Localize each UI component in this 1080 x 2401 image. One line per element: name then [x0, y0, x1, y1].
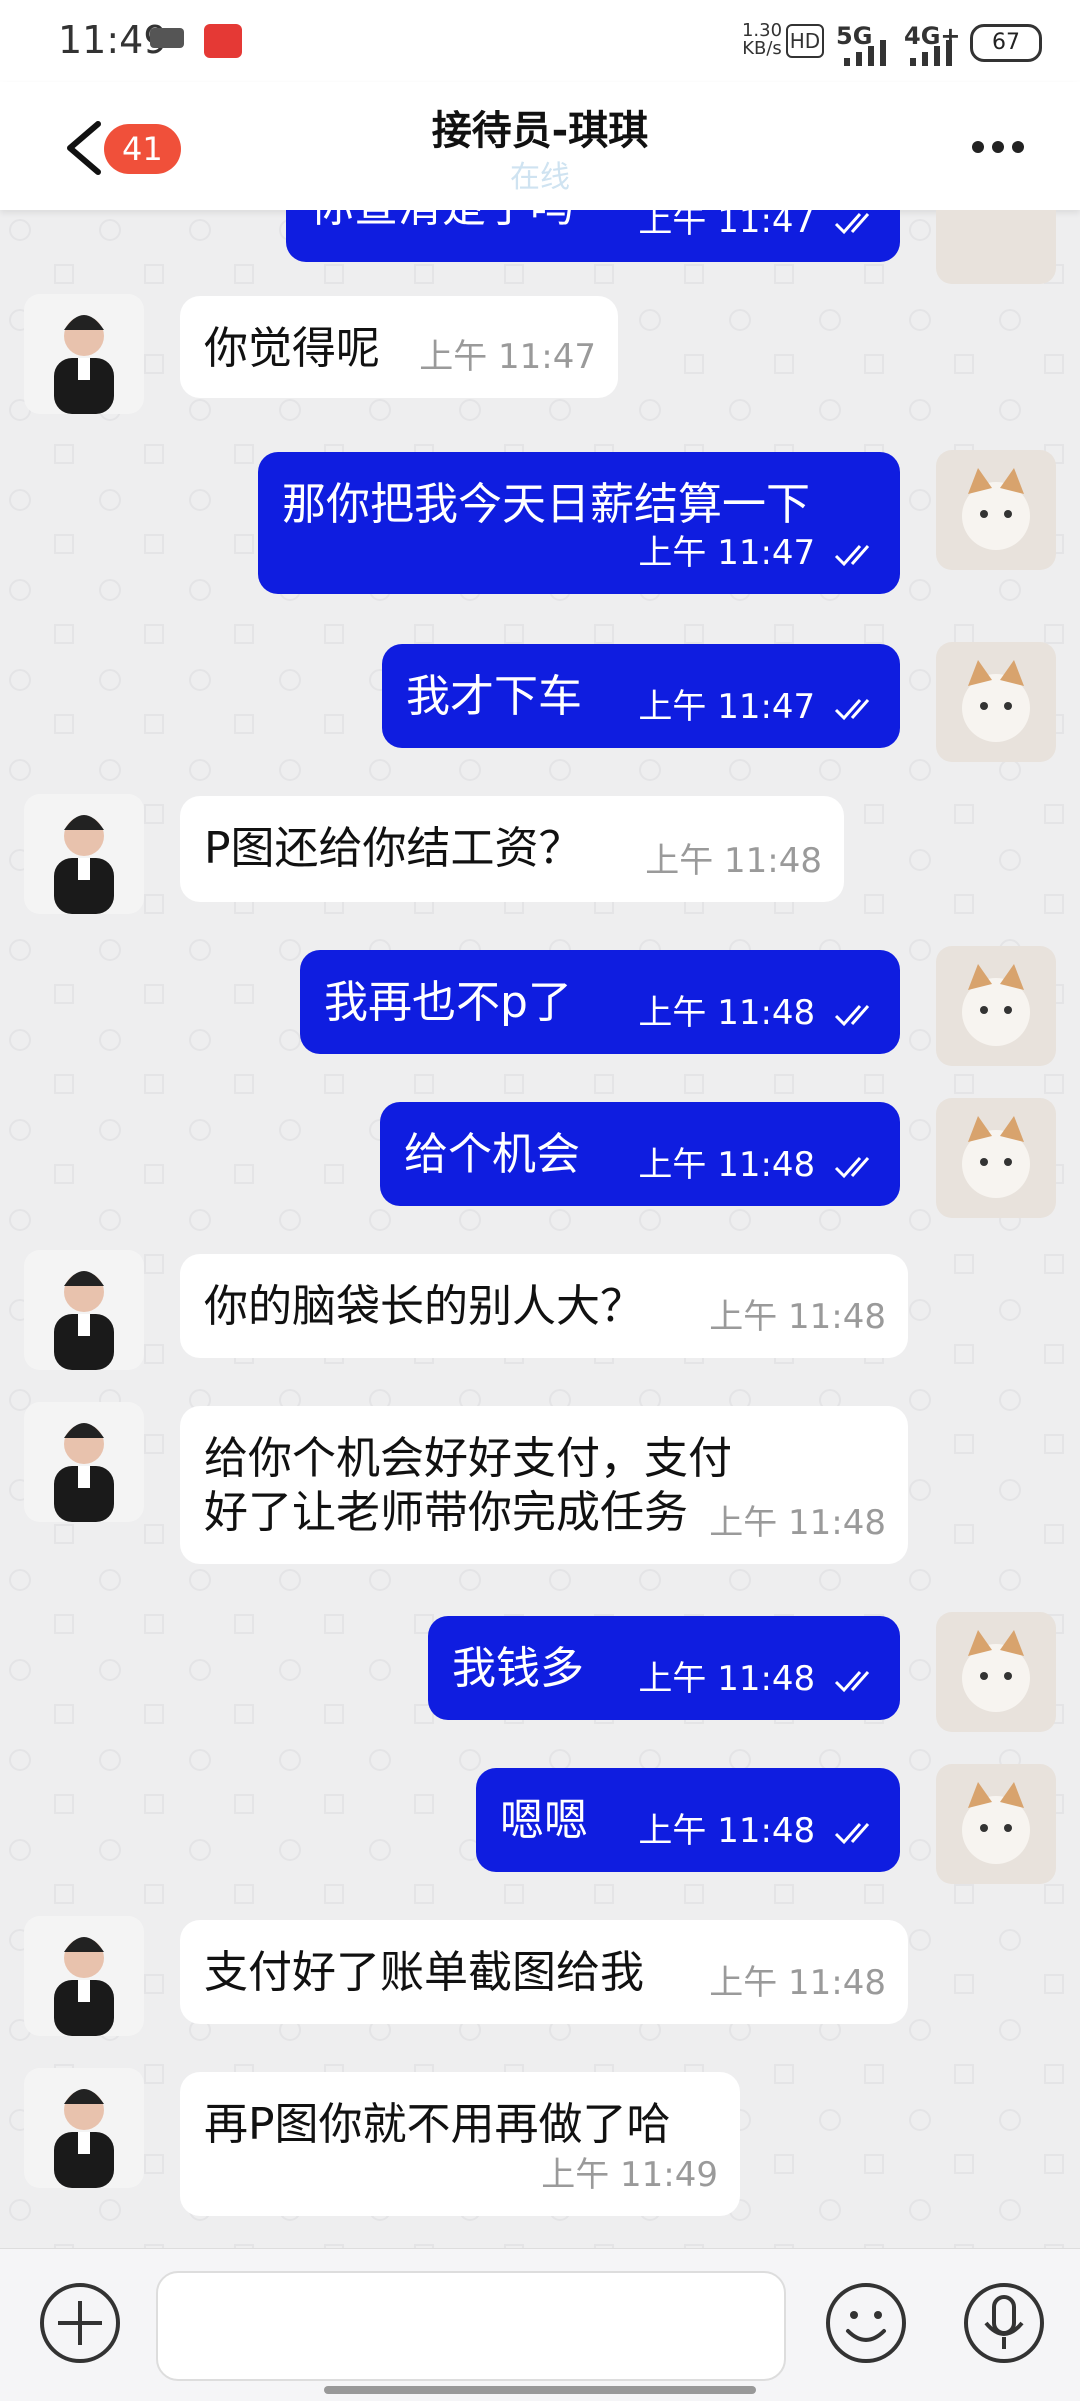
message-text: 那你把我今天日薪结算一下: [282, 479, 810, 530]
message-time-text: 上午 11:48: [638, 1811, 816, 1851]
chat-bubble-incoming: 你的脑袋长的别人大？ 上午 11:48: [180, 1254, 908, 1358]
user-avatar[interactable]: [936, 642, 1056, 762]
message-time: 上午 11:47: [638, 210, 878, 248]
home-indicator[interactable]: [324, 2386, 756, 2394]
message-time: 上午 11:48: [638, 1138, 878, 1192]
message-time: 上午 11:48: [709, 1503, 886, 1543]
user-avatar[interactable]: [936, 1098, 1056, 1218]
message-text: 我再也不p了: [324, 977, 572, 1028]
chat-bubble-incoming: 给你个机会好好支付，支付好了让老师带你完成任务 上午 11:48: [180, 1406, 908, 1564]
message-time: 上午 11:47: [638, 680, 878, 734]
double-check-icon: [834, 544, 870, 566]
message-text: 给你个机会好好支付，支付好了让老师带你完成任务: [204, 1433, 732, 1538]
message-time: 上午 11:48: [638, 1652, 878, 1706]
battery-level: 67: [970, 24, 1042, 62]
message-text: 嗯嗯: [500, 1795, 588, 1846]
message-time-text: 上午 11:48: [638, 993, 816, 1033]
message-time: 上午 11:47: [419, 337, 596, 377]
agent-avatar[interactable]: [24, 1402, 144, 1522]
user-avatar[interactable]: [936, 210, 1056, 284]
agent-avatar[interactable]: [24, 1250, 144, 1370]
message-text: 你查清楚了吗: [310, 210, 574, 232]
agent-avatar[interactable]: [24, 1916, 144, 2036]
double-check-icon: [834, 1822, 870, 1844]
message-time: 上午 11:47: [638, 526, 878, 580]
message-time: 上午 11:48: [709, 1297, 886, 1337]
message-time-text: 上午 11:47: [638, 210, 816, 241]
agent-avatar[interactable]: [24, 794, 144, 914]
message-text: 再P图你就不用再做了哈: [204, 2099, 671, 2150]
double-check-icon: [834, 1670, 870, 1692]
double-check-icon: [834, 698, 870, 720]
message-input[interactable]: [156, 2271, 786, 2381]
message-text: 你觉得呢: [204, 323, 380, 374]
user-avatar[interactable]: [936, 1612, 1056, 1732]
emoji-icon[interactable]: [824, 2281, 908, 2365]
double-check-icon: [834, 1004, 870, 1026]
agent-avatar[interactable]: [24, 294, 144, 414]
app-indicator-icon: [150, 28, 184, 48]
chat-area[interactable]: 你查清楚了吗 上午 11:47 你觉得呢 上午 11:47 那你把我今天日薪结算…: [0, 210, 1080, 2248]
chat-bubble-incoming: 支付好了账单截图给我 上午 11:48: [180, 1920, 908, 2024]
chat-bubble-outgoing: 我再也不p了 上午 11:48: [300, 950, 900, 1054]
chat-bubble-incoming: P图还给你结工资？ 上午 11:48: [180, 796, 844, 902]
user-avatar[interactable]: [936, 1764, 1056, 1884]
message-time: 上午 11:49: [541, 2155, 718, 2195]
user-avatar[interactable]: [936, 946, 1056, 1066]
message-time: 上午 11:48: [638, 1804, 878, 1858]
chat-bubble-incoming: 你觉得呢 上午 11:47: [180, 296, 618, 398]
user-avatar[interactable]: [936, 450, 1056, 570]
message-time-text: 上午 11:48: [638, 1659, 816, 1699]
message-time-text: 上午 11:47: [638, 533, 816, 573]
message-time: 上午 11:48: [638, 986, 878, 1040]
message-text: 我才下车: [406, 671, 582, 722]
agent-avatar[interactable]: [24, 2068, 144, 2188]
chat-bubble-outgoing: 我钱多 上午 11:48: [428, 1616, 900, 1720]
more-dots-icon[interactable]: [972, 138, 1032, 154]
hd-badge: HD: [786, 24, 824, 58]
message-text: 我钱多: [452, 1643, 584, 1694]
message-text: 给个机会: [404, 1129, 580, 1180]
chat-bubble-outgoing: 给个机会 上午 11:48: [380, 1102, 900, 1206]
chat-bubble-outgoing: 嗯嗯 上午 11:48: [476, 1768, 900, 1872]
microphone-icon[interactable]: [962, 2281, 1046, 2365]
plus-circle-icon[interactable]: [38, 2281, 122, 2365]
message-time: 上午 11:48: [645, 841, 822, 881]
chat-title: 接待员-琪琪: [431, 108, 649, 154]
message-time-text: 上午 11:47: [638, 687, 816, 727]
signal-icon-2: [910, 40, 952, 66]
chat-bubble-outgoing: 那你把我今天日薪结算一下 上午 11:47: [258, 452, 900, 594]
input-bar: [0, 2248, 1080, 2401]
message-text: 支付好了账单截图给我: [204, 1947, 644, 1998]
message-time: 上午 11:48: [709, 1963, 886, 2003]
message-time-text: 上午 11:48: [638, 1145, 816, 1185]
chat-header: 41 接待员-琪琪 在线: [0, 82, 1080, 210]
message-text: 你的脑袋长的别人大？: [204, 1281, 644, 1332]
online-status: 在线: [510, 160, 570, 195]
notification-icon: [204, 24, 242, 58]
status-bar: 11:49 1.30 KB/s HD 5G 4G+ 67: [0, 0, 1080, 82]
signal-icon: [844, 40, 886, 66]
chat-bubble-outgoing: 你查清楚了吗 上午 11:47: [286, 210, 900, 262]
double-check-icon: [834, 1156, 870, 1178]
message-text: P图还给你结工资？: [204, 823, 583, 874]
double-check-icon: [834, 212, 870, 234]
net-speed: 1.30 KB/s: [741, 20, 783, 59]
chat-bubble-incoming: 再P图你就不用再做了哈 上午 11:49: [180, 2072, 740, 2216]
chat-bubble-outgoing: 我才下车 上午 11:47: [382, 644, 900, 748]
